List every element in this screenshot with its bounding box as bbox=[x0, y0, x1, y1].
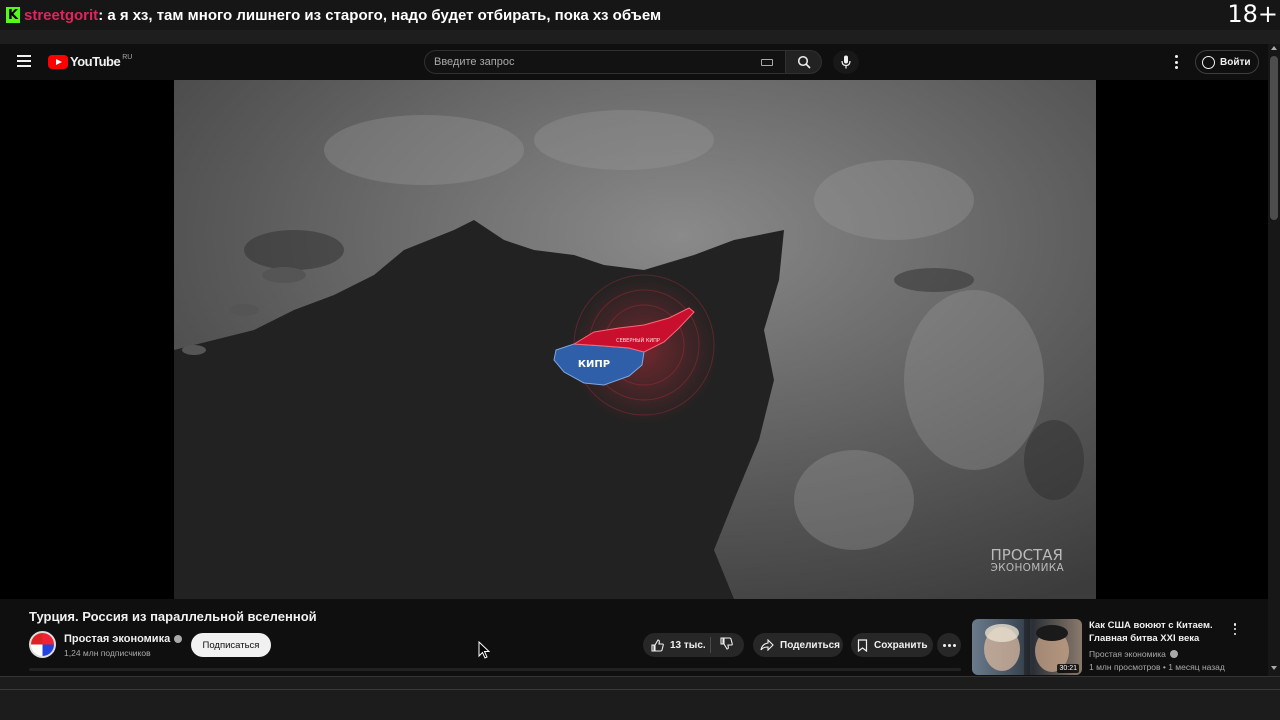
save-bookmark-icon bbox=[857, 638, 868, 652]
youtube-logo[interactable]: YouTube RU bbox=[48, 54, 132, 69]
share-icon bbox=[760, 639, 774, 651]
youtube-play-icon bbox=[48, 54, 68, 69]
scroll-down-arrow-icon[interactable] bbox=[1271, 666, 1277, 670]
save-label: Сохранить bbox=[874, 639, 928, 651]
recommended-channel-name: Простая экономика bbox=[1089, 649, 1166, 659]
save-button[interactable]: Сохранить bbox=[851, 633, 933, 657]
recommended-channel[interactable]: Простая экономика bbox=[1089, 649, 1178, 659]
age-rating: 18+ bbox=[1227, 0, 1278, 28]
dislike-button[interactable] bbox=[711, 637, 733, 653]
video-info: Турция. Россия из параллельной вселенной… bbox=[0, 599, 1268, 676]
page-scrollbar[interactable] bbox=[1268, 44, 1280, 676]
voice-search-button[interactable] bbox=[833, 50, 859, 74]
video-duration: 30:21 bbox=[1057, 664, 1079, 673]
scroll-up-arrow-icon[interactable] bbox=[1271, 46, 1277, 50]
signin-button[interactable]: Войти bbox=[1195, 50, 1259, 74]
taskbar-divider bbox=[0, 689, 1280, 690]
cyprus-label: КИПР bbox=[578, 359, 610, 370]
description-preview[interactable] bbox=[29, 668, 961, 671]
video-player[interactable]: КИПР СЕВЕРНЫЙ КИПР ПРОСТАЯ ЭКОНОМИКА bbox=[0, 80, 1268, 599]
search-box bbox=[424, 50, 786, 74]
channel-watermark: ПРОСТАЯ ЭКОНОМИКА bbox=[990, 545, 1064, 574]
youtube-header: YouTube RU Войти bbox=[0, 44, 1268, 80]
mouse-cursor-icon bbox=[478, 641, 490, 659]
recommended-video-meta: 1 млн просмотров • 1 месяц назад bbox=[1089, 662, 1225, 672]
video-title: Турция. Россия из параллельной вселенной bbox=[29, 609, 317, 624]
video-frame[interactable]: КИПР СЕВЕРНЫЙ КИПР ПРОСТАЯ ЭКОНОМИКА bbox=[174, 80, 1096, 599]
recommended-video-thumbnail[interactable]: 30:21 bbox=[972, 619, 1082, 675]
like-button[interactable]: 13 тыс. bbox=[643, 637, 711, 653]
share-label: Поделиться bbox=[780, 639, 841, 651]
search-button[interactable] bbox=[786, 50, 822, 74]
settings-menu-icon[interactable] bbox=[1172, 55, 1180, 69]
thumbs-up-icon bbox=[651, 638, 664, 652]
channel-name[interactable]: Простая экономика bbox=[64, 633, 183, 645]
like-dislike-group: 13 тыс. bbox=[643, 633, 744, 657]
search-input[interactable] bbox=[434, 56, 734, 68]
signin-label: Войти bbox=[1220, 56, 1251, 68]
taskbar bbox=[0, 676, 1280, 720]
channel-avatar[interactable] bbox=[29, 631, 56, 658]
keyboard-icon[interactable] bbox=[761, 59, 773, 66]
more-actions-button[interactable] bbox=[937, 633, 961, 657]
verified-icon bbox=[174, 635, 183, 643]
subscriber-count: 1,24 млн подписчиков bbox=[64, 648, 151, 658]
map-image: КИПР СЕВЕРНЫЙ КИПР bbox=[174, 80, 1096, 599]
scrollbar-thumb[interactable] bbox=[1270, 56, 1278, 220]
chat-overlay: K streetgorit : а я хз, там много лишнег… bbox=[0, 0, 1280, 30]
search-icon bbox=[797, 55, 811, 69]
watermark-line1: ПРОСТАЯ bbox=[990, 545, 1063, 564]
verified-icon bbox=[1169, 650, 1178, 658]
microphone-icon bbox=[841, 55, 851, 69]
channel-name-text: Простая экономика bbox=[64, 633, 171, 645]
chat-message: : а я хз, там много лишнего из старого, … bbox=[98, 6, 662, 24]
northern-cyprus-label: СЕВЕРНЫЙ КИПР bbox=[616, 337, 660, 344]
region-badge: RU bbox=[122, 54, 133, 61]
chat-username: streetgorit bbox=[24, 6, 99, 24]
watermark-line2: ЭКОНОМИКА bbox=[990, 561, 1064, 574]
kick-logo-icon: K bbox=[6, 7, 20, 23]
browser-strip bbox=[0, 30, 1280, 44]
recommended-more-icon[interactable] bbox=[1233, 623, 1237, 635]
menu-icon[interactable] bbox=[17, 55, 31, 67]
recommended-video-title[interactable]: Как США воюют с Китаем. Главная битва XX… bbox=[1089, 620, 1224, 645]
youtube-wordmark: YouTube bbox=[70, 54, 121, 69]
subscribe-button[interactable]: Подписаться bbox=[191, 633, 271, 657]
share-button[interactable]: Поделиться bbox=[753, 633, 843, 657]
thumbs-down-icon bbox=[720, 637, 733, 650]
like-count: 13 тыс. bbox=[670, 639, 706, 651]
user-icon bbox=[1202, 55, 1215, 69]
